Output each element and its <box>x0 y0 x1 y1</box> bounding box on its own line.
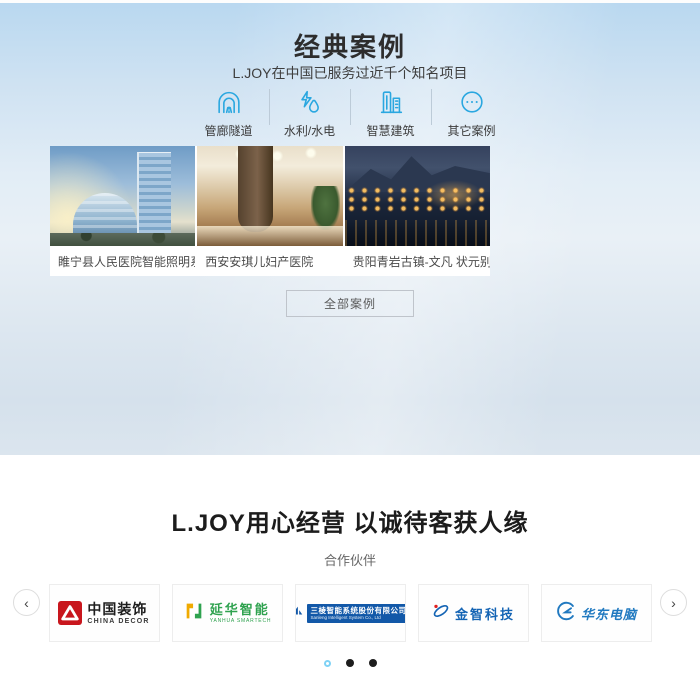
section-subtitle: L.JOY在中国已服务过近千个知名项目 <box>0 63 700 83</box>
tab-label: 水利/水电 <box>284 122 335 139</box>
chevron-right-icon: › <box>671 596 676 610</box>
tab-water-power[interactable]: 水利/水电 <box>270 87 350 139</box>
carousel-next-button[interactable]: › <box>660 589 687 616</box>
tab-label: 其它案例 <box>447 122 495 139</box>
case-card-qingyan-town[interactable]: 贵阳青岩古镇-文凡 状元别院 <box>345 146 490 276</box>
partner-card-china-decor[interactable]: 中国装饰 CHINA DECOR <box>49 584 160 642</box>
partner-subtext: YANHUA SMARTECH <box>210 618 272 624</box>
hospital-building-day-photo <box>50 146 195 246</box>
carousel-dot-3[interactable] <box>369 659 377 667</box>
huadong-logo <box>555 600 577 627</box>
case-carousel: 睢宁县人民医院智能照明系统 西安安琪儿妇产医院 贵阳青岩古镇-文凡 状元别院 <box>50 146 490 276</box>
partner-card-sanleng[interactable]: 三棱智能系统股份有限公司 Sanleng Intelligent System … <box>295 584 406 642</box>
partner-card-jinzhi[interactable]: 金智科技 <box>418 584 529 642</box>
partner-name: 华东电脑 <box>581 604 637 623</box>
partner-name: 延华智能 <box>210 603 272 616</box>
tab-label: 管廊隧道 <box>204 122 252 139</box>
case-card-angel-hospital[interactable]: 西安安琪儿妇产医院 <box>197 146 342 276</box>
carousel-pagination <box>0 659 700 667</box>
partner-name: 三棱智能系统股份有限公司 <box>311 607 406 615</box>
partners-subtitle: 合作伙伴 <box>0 550 700 569</box>
smart-building-icon <box>376 87 406 117</box>
chevron-left-icon: ‹ <box>24 596 29 610</box>
case-card-suining-hospital[interactable]: 睢宁县人民医院智能照明系统 <box>50 146 195 276</box>
tunnel-icon <box>214 87 244 117</box>
more-cases-icon <box>457 87 487 117</box>
case-caption: 贵阳青岩古镇-文凡 状元别院 <box>345 246 490 276</box>
case-category-tabs: 管廊隧道 水利/水电 智慧 <box>0 87 700 139</box>
jinzhi-logo <box>431 601 451 626</box>
case-caption: 睢宁县人民医院智能照明系统 <box>50 246 195 276</box>
tab-smart-building[interactable]: 智慧建筑 <box>351 87 431 139</box>
tab-other-cases[interactable]: 其它案例 <box>432 87 512 139</box>
partner-card-yanhua[interactable]: 延华智能 YANHUA SMARTECH <box>172 584 283 642</box>
tab-label: 智慧建筑 <box>366 122 414 139</box>
partners-section: L.JOY用心经营 以诚待客获人缘 合作伙伴 中国装饰 CHINA DECOR <box>0 455 700 684</box>
sanleng-logo <box>295 604 304 623</box>
ancient-town-night-photo <box>345 146 490 246</box>
partner-logo-carousel: 中国装饰 CHINA DECOR 延华智能 YANHUA SMARTECH <box>0 584 700 642</box>
partner-name: 金智科技 <box>455 604 515 623</box>
case-caption: 西安安琪儿妇产医院 <box>197 246 342 276</box>
hospital-interior-photo <box>197 146 342 246</box>
china-decor-logo <box>58 601 82 625</box>
partner-subtext: CHINA DECOR <box>87 618 149 625</box>
partner-subtext: Sanleng Intelligent System Co., Ltd <box>311 615 406 621</box>
carousel-dot-1-active[interactable] <box>324 660 331 667</box>
water-power-icon <box>295 87 325 117</box>
section-title: 经典案例 <box>0 27 700 64</box>
partners-title: L.JOY用心经营 以诚待客获人缘 <box>0 455 700 538</box>
all-cases-button[interactable]: 全部案例 <box>286 290 414 317</box>
carousel-dot-2[interactable] <box>346 659 354 667</box>
yanhua-logo <box>183 600 205 627</box>
carousel-prev-button[interactable]: ‹ <box>13 589 40 616</box>
tab-tunnel[interactable]: 管廊隧道 <box>189 87 269 139</box>
classic-cases-section: 经典案例 L.JOY在中国已服务过近千个知名项目 管廊隧道 <box>0 0 700 455</box>
partner-name: 中国装饰 <box>87 602 149 616</box>
partner-card-huadong[interactable]: 华东电脑 <box>541 584 652 642</box>
